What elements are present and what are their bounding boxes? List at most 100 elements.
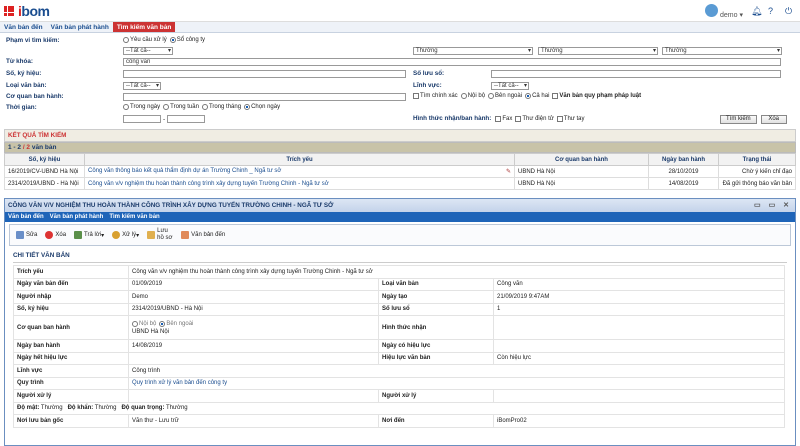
date-from-input[interactable] bbox=[123, 115, 161, 123]
time-label: Thời gian: bbox=[6, 104, 37, 111]
tab-incoming[interactable]: Văn bản đến bbox=[0, 22, 47, 32]
detail-value: Còn hiệu lực bbox=[493, 351, 785, 365]
field-label: Lĩnh vực: bbox=[413, 82, 442, 89]
bell-icon[interactable]: 🔔︎ bbox=[751, 7, 762, 16]
detail-value: Công trình bbox=[128, 364, 785, 378]
col-date[interactable]: Ngày ban hành bbox=[648, 153, 719, 166]
window-tab-outgoing[interactable]: Văn bản phát hành bbox=[47, 212, 107, 222]
tab-outgoing[interactable]: Văn bản phát hành bbox=[47, 22, 113, 32]
number-input[interactable] bbox=[123, 70, 406, 78]
time-week-radio[interactable]: Trong tuần bbox=[163, 104, 199, 110]
scope-option-request[interactable]: Yêu cầu xử lý bbox=[123, 37, 167, 43]
internal-radio[interactable]: Nội bộ bbox=[460, 93, 485, 99]
detail-value: Demo bbox=[128, 290, 379, 304]
book-select[interactable]: --Tất cả-- bbox=[123, 47, 173, 55]
email-checkbox[interactable]: Thư điện tử bbox=[515, 115, 554, 122]
delete-button[interactable]: Xóa bbox=[45, 231, 66, 239]
detail-value bbox=[493, 339, 785, 353]
detail-label: Ngày hết hiệu lực bbox=[13, 351, 129, 365]
window-tab-incoming[interactable]: Văn bản đến bbox=[5, 212, 47, 222]
issuer-value: UBND Hà Nội bbox=[132, 328, 170, 335]
time-choose-radio[interactable]: Chọn ngày bbox=[244, 104, 280, 110]
edit-icon[interactable]: ✎ bbox=[506, 168, 511, 175]
detail-table: Trích yếu Công văn v/v nghiệm thu hoàn th… bbox=[13, 265, 785, 428]
reply-icon bbox=[74, 231, 83, 239]
detail-toolbar: Sửa Xóa Trả lời ▾ Xử lý ▾ Lưu hồ sơ Văn … bbox=[9, 224, 791, 246]
search-button[interactable]: Tìm kiếm bbox=[720, 115, 757, 124]
legal-doc-checkbox[interactable]: Văn bản quy phạm pháp luật bbox=[552, 93, 641, 99]
scope-option-book[interactable]: Sổ công ty bbox=[169, 37, 205, 43]
doc-type-select[interactable]: --Tất cả-- bbox=[123, 82, 161, 90]
row-number: 2314/2019/UBND - Hà Nội bbox=[4, 177, 85, 190]
priority-select-2[interactable]: Thường bbox=[538, 47, 658, 55]
issuer-input[interactable] bbox=[123, 93, 406, 101]
document-icon bbox=[181, 231, 190, 239]
help-icon[interactable]: ? bbox=[768, 7, 777, 16]
scope-label: Phạm vi tìm kiếm: bbox=[6, 37, 60, 44]
value-summary: Công văn v/v nghiệm thu hoàn thành công … bbox=[128, 265, 785, 279]
power-icon[interactable]: ⏻ bbox=[785, 7, 794, 16]
detail-section-title: CHI TIẾT VĂN BẢN bbox=[13, 252, 787, 263]
detail-label: Cơ quan ban hành bbox=[13, 315, 129, 340]
col-status[interactable]: Trạng thái bbox=[718, 153, 796, 166]
results-table: Số, ký hiệu Trích yếu Cơ quan ban hành N… bbox=[4, 153, 796, 190]
both-radio[interactable]: Cả hai bbox=[525, 93, 549, 99]
time-month-radio[interactable]: Trong tháng bbox=[201, 104, 241, 110]
detail-value: 2314/2019/UBND - Hà Nội bbox=[128, 302, 379, 316]
detail-value: iBomPro02 bbox=[493, 414, 785, 428]
col-number[interactable]: Số, ký hiệu bbox=[4, 153, 85, 166]
table-row[interactable]: 2314/2019/UBND - Hà Nội Công văn v/v ngh… bbox=[4, 177, 796, 190]
detail-value bbox=[128, 351, 379, 365]
clear-button[interactable]: Xóa bbox=[760, 115, 787, 124]
date-to-input[interactable] bbox=[167, 115, 206, 123]
col-issuer[interactable]: Cơ quan ban hành bbox=[514, 153, 649, 166]
window-controls[interactable]: ▭ ▭ ✕ bbox=[754, 199, 792, 212]
priority-select-3[interactable]: Thường bbox=[662, 47, 782, 55]
archive-number-label: Số lưu sổ: bbox=[413, 70, 445, 77]
issuer-label: Cơ quan ban hành: bbox=[6, 93, 64, 100]
hand-checkbox[interactable]: Thư tay bbox=[556, 115, 584, 122]
detail-value: 1 bbox=[493, 302, 785, 316]
detail-label: Người xử lý bbox=[13, 389, 129, 403]
folder-icon bbox=[147, 231, 156, 239]
number-label: Số, ký hiệu: bbox=[6, 70, 42, 77]
row-summary[interactable]: Công văn v/v nghiệm thu hoàn thành công … bbox=[84, 177, 515, 190]
row-summary[interactable]: Công văn thông báo kết quả thẩm định dự … bbox=[84, 165, 515, 178]
detail-label: Ngày văn bản đến bbox=[13, 277, 129, 291]
window-tab-search[interactable]: Tìm kiếm văn bản bbox=[106, 212, 162, 222]
external-radio[interactable]: Bên ngoài bbox=[488, 93, 522, 99]
detail-label: Nơi lưu bản gốc bbox=[13, 414, 129, 428]
archive-number-input[interactable] bbox=[491, 70, 781, 78]
incoming-doc-button[interactable]: Văn bản đến bbox=[181, 231, 225, 239]
detail-value bbox=[128, 389, 379, 403]
edit-button[interactable]: Sửa bbox=[16, 231, 37, 239]
reply-button[interactable]: Trả lời ▾ bbox=[74, 231, 104, 239]
keyword-input[interactable]: công văn bbox=[123, 58, 781, 66]
detail-value bbox=[493, 389, 785, 403]
delete-icon bbox=[45, 231, 54, 239]
priority-select-1[interactable]: Thường bbox=[413, 47, 533, 55]
col-summary[interactable]: Trích yếu bbox=[84, 153, 515, 166]
priority-row: Độ mật: Thường Độ khẩn: Thường Độ quan t… bbox=[13, 401, 785, 415]
table-row[interactable]: 16/2019/CV-UBND Hà Nội Công văn thông bá… bbox=[4, 165, 796, 178]
app-logo[interactable]: ibom bbox=[18, 3, 50, 19]
time-day-radio[interactable]: Trong ngày bbox=[123, 104, 160, 110]
row-status: Đã gửi thông báo văn bản bbox=[718, 177, 796, 190]
exact-checkbox[interactable]: Tìm chính xác bbox=[413, 93, 458, 99]
keyword-label: Từ khóa: bbox=[6, 58, 33, 65]
tab-search[interactable]: Tìm kiếm văn bản bbox=[112, 22, 176, 32]
detail-label: Người nhập bbox=[13, 290, 129, 304]
workflow-link[interactable]: Quy trình xử lý văn bản đến công ty bbox=[128, 376, 785, 390]
field-select[interactable]: --Tất cả-- bbox=[491, 82, 529, 90]
detail-value: 14/08/2019 bbox=[128, 339, 379, 353]
save-file-button[interactable]: Lưu hồ sơ bbox=[147, 228, 173, 242]
fax-checkbox[interactable]: Fax bbox=[495, 115, 512, 122]
apps-grid-icon[interactable] bbox=[4, 5, 14, 16]
detail-label: Nơi đến bbox=[378, 414, 494, 428]
process-button[interactable]: Xử lý ▾ bbox=[112, 231, 139, 239]
user-menu[interactable]: demo ▾ bbox=[705, 4, 743, 19]
window-title[interactable]: CÔNG VĂN V/V NGHIỆM THU HOÀN THÀNH CÔNG … bbox=[5, 199, 795, 212]
window-nav: Văn bản đến Văn bản phát hành Tìm kiếm v… bbox=[5, 212, 795, 222]
receive-form-label: Hình thức nhận/ban hành: bbox=[413, 115, 492, 122]
detail-label: Loại văn bản bbox=[378, 277, 494, 291]
